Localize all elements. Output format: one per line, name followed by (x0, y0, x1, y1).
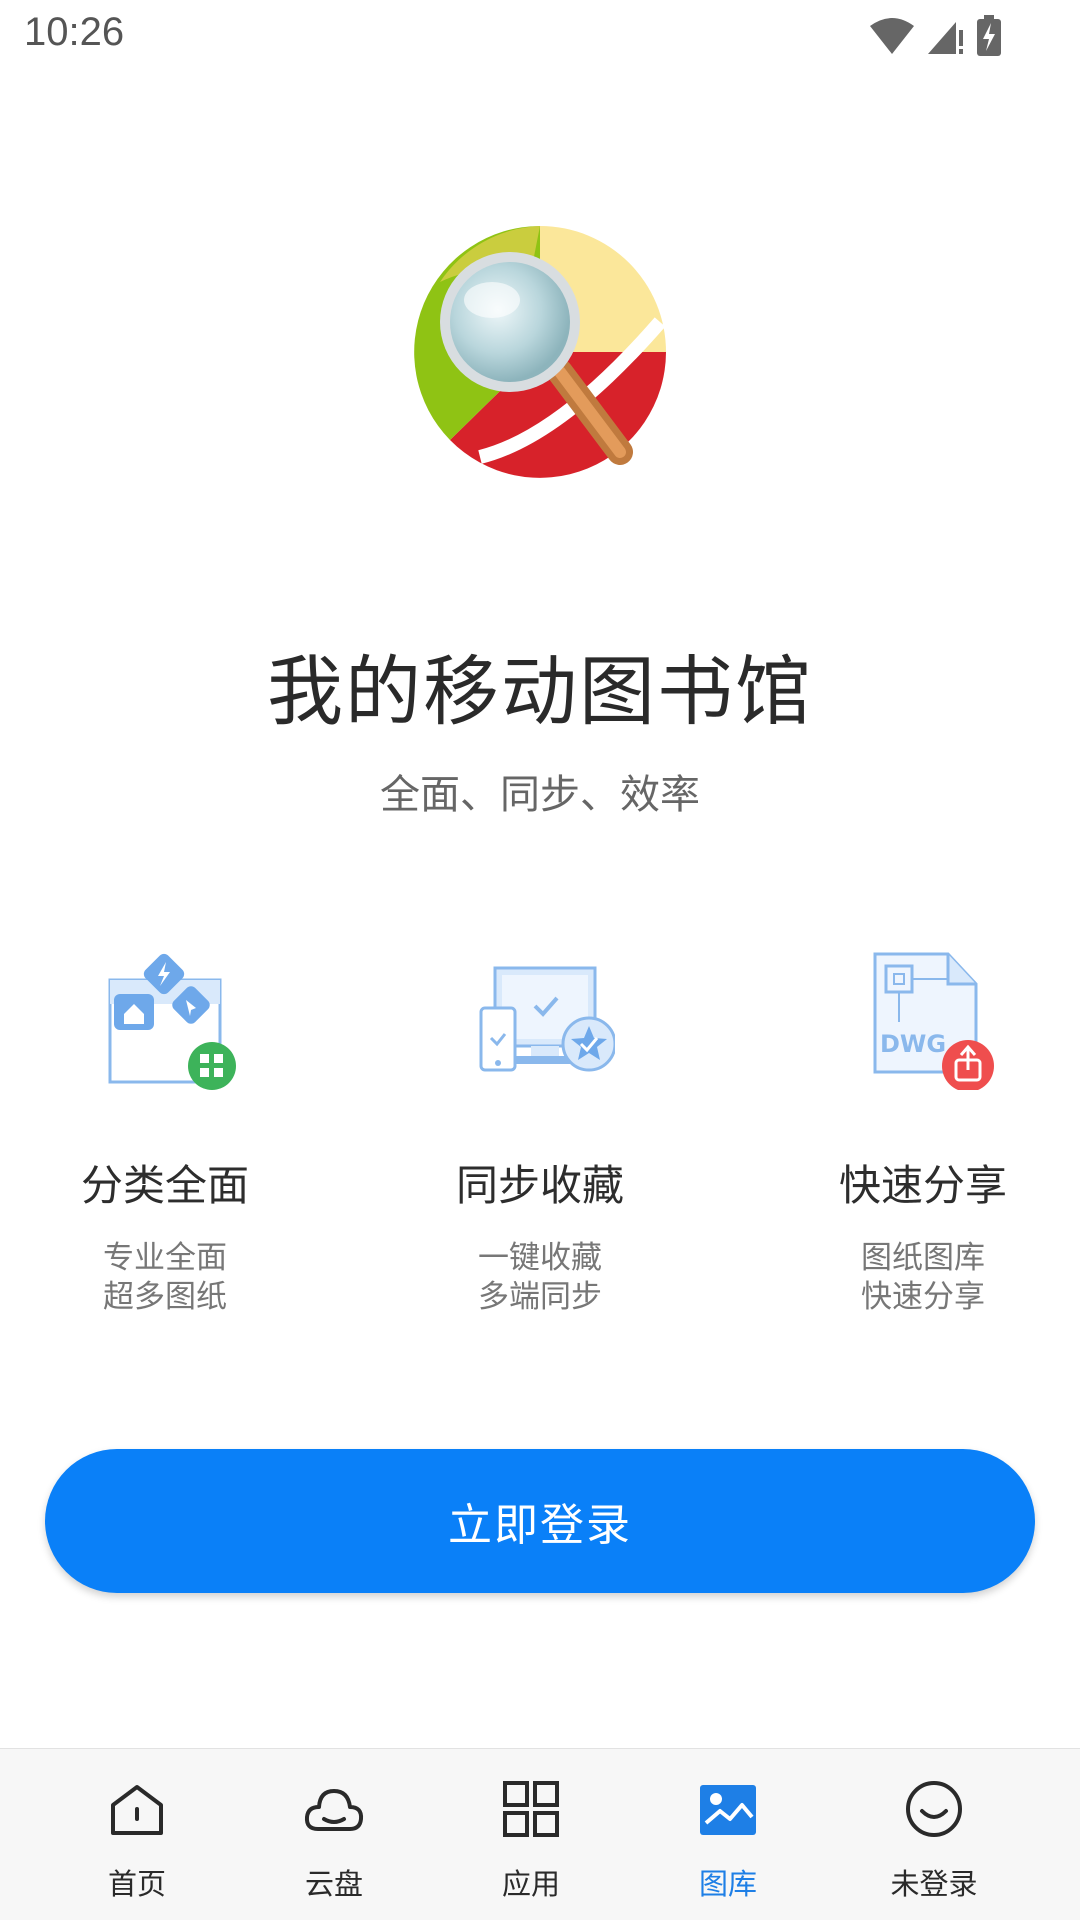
feature-title: 同步收藏 (455, 1161, 624, 1210)
feature-desc-line2: 快速分享 (861, 1279, 985, 1315)
nav-item-gallery[interactable]: 图库 (628, 1749, 828, 1920)
nav-item-profile[interactable]: 未登录 (834, 1749, 1034, 1920)
feature-category: 分类全面 专业全面 超多图纸 (0, 940, 330, 1317)
status-bar: 10:26 (0, 0, 1080, 72)
wifi-icon (870, 18, 914, 54)
nav-label: 图库 (698, 1867, 757, 1901)
feature-title: 分类全面 (80, 1161, 249, 1210)
feature-sync: 同步收藏 一键收藏 多端同步 (375, 940, 705, 1317)
nav-label: 云盘 (304, 1867, 363, 1901)
feature-desc-line1: 一键收藏 (478, 1240, 602, 1276)
page-subtitle: 全面、同步、效率 (380, 772, 700, 818)
user-face-icon (906, 1781, 962, 1837)
sync-devices-icon (479, 966, 615, 1072)
cellular-signal-icon (928, 22, 963, 54)
login-button[interactable]: 立即登录 (45, 1449, 1035, 1593)
dwg-share-icon: DWG (873, 952, 994, 1090)
feature-share: DWG 快速分享 图纸图库 快速分享 (758, 940, 1080, 1317)
nav-label: 未登录 (890, 1867, 978, 1901)
status-time: 10:26 (24, 10, 125, 54)
battery-charging-icon (977, 15, 1001, 56)
category-folder-icon (108, 953, 236, 1090)
home-icon (111, 1785, 163, 1835)
status-icons (868, 12, 1002, 60)
nav-item-home[interactable]: 首页 (37, 1749, 237, 1920)
nav-item-apps[interactable]: 应用 (431, 1749, 631, 1920)
bottom-nav: 首页 云盘 应用 图库 未登录 (0, 1748, 1080, 1920)
feature-desc-line2: 超多图纸 (103, 1279, 227, 1315)
gallery-icon (700, 1785, 756, 1835)
feature-desc-line1: 图纸图库 (861, 1240, 985, 1276)
page-title: 我的移动图书馆 (267, 647, 813, 736)
feature-title: 快速分享 (838, 1161, 1007, 1210)
app-logo (414, 226, 666, 478)
nav-label: 应用 (501, 1867, 560, 1901)
feature-list: 分类全面 专业全面 超多图纸 同步收藏 一键收藏 多端同步 DWG 快速分享 图… (0, 940, 1080, 1340)
apps-grid-icon (503, 1781, 559, 1837)
feature-desc-line2: 多端同步 (478, 1279, 602, 1315)
nav-label: 首页 (107, 1867, 166, 1901)
feature-desc-line1: 专业全面 (103, 1240, 227, 1276)
cloud-icon (304, 1789, 364, 1831)
nav-item-cloud[interactable]: 云盘 (234, 1749, 434, 1920)
dwg-label: DWG (880, 1030, 946, 1058)
